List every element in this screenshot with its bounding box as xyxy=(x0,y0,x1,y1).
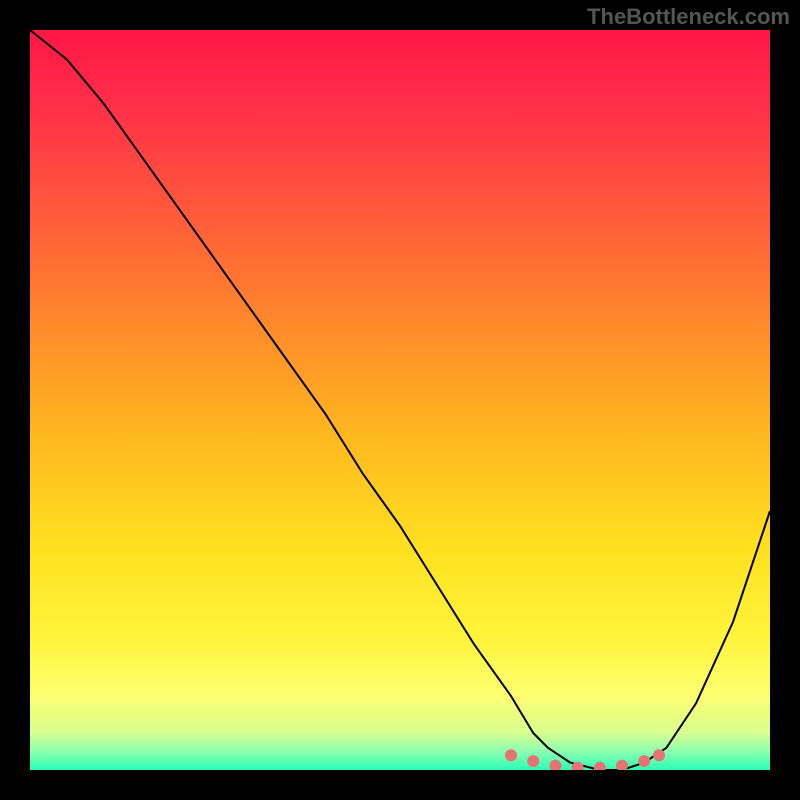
highlight-dot xyxy=(616,760,628,770)
highlight-dot xyxy=(527,755,539,767)
curve-layer xyxy=(30,30,770,770)
highlight-dot xyxy=(505,749,517,761)
highlight-dot xyxy=(594,762,606,770)
watermark-text: TheBottleneck.com xyxy=(587,4,790,30)
plot-area xyxy=(30,30,770,770)
bottleneck-curve xyxy=(30,30,770,770)
chart-container: TheBottleneck.com xyxy=(0,0,800,800)
highlight-dot xyxy=(653,749,665,761)
highlight-dot xyxy=(549,760,561,770)
highlight-dot xyxy=(638,755,650,767)
